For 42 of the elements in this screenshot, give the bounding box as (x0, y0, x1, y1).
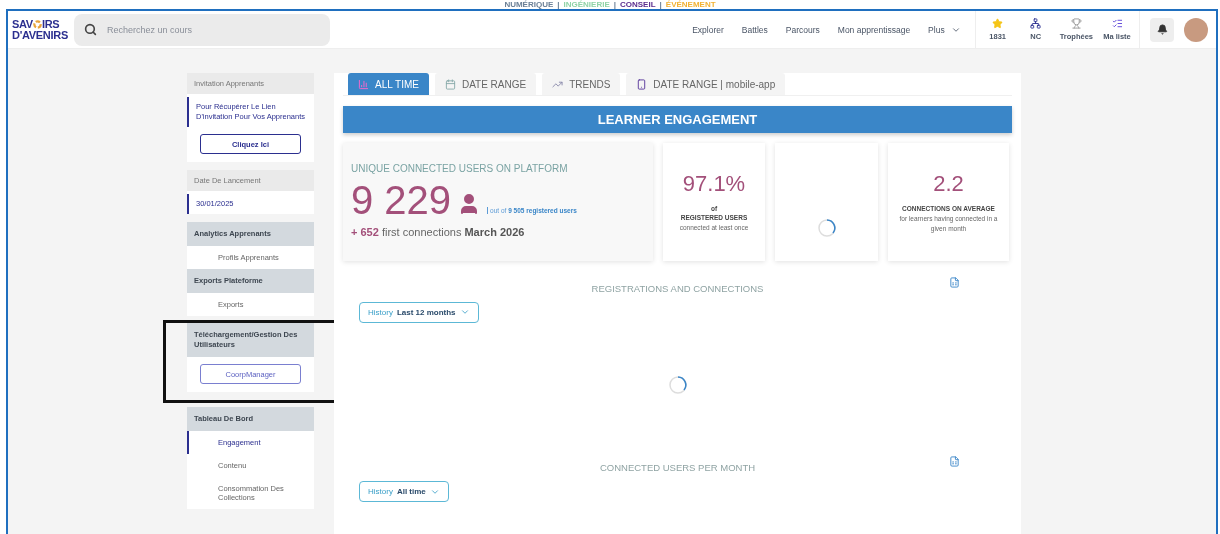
chart-title: REGISTRATIONS AND CONNECTIONS (590, 282, 765, 294)
star-icon (992, 18, 1004, 29)
more-menu[interactable]: Plus (928, 24, 961, 35)
search-icon (84, 23, 97, 36)
loading-spinner (816, 218, 837, 239)
bar-chart-icon (358, 78, 369, 90)
loading-spinner (667, 374, 688, 395)
tab[interactable]: DATE RANGE | mobile-app (626, 73, 786, 95)
nav-link[interactable]: Mon apprentissage (837, 24, 911, 35)
separator: | (613, 0, 616, 9)
tab[interactable]: DATE RANGE (434, 73, 537, 95)
kpi-value: 2.2 (933, 170, 964, 197)
spreadsheet-export-icon[interactable] (949, 276, 960, 288)
logo[interactable]: SAV IRS D'AVENIRS (8, 18, 70, 41)
first-connections: + 652 first connections March 2026 (351, 226, 526, 239)
separator: | (659, 0, 662, 9)
avatar[interactable] (1184, 17, 1208, 42)
section-banner: LEARNER ENGAGEMENT (343, 106, 1012, 134)
tab[interactable]: ALL TIME (348, 73, 429, 95)
notifications-button[interactable] (1150, 17, 1174, 42)
kpi-value: 9 229 (351, 180, 452, 221)
list-icon (1111, 18, 1123, 29)
nav-link[interactable]: Parcours (785, 24, 820, 35)
phone-icon (636, 78, 648, 90)
separator: | (557, 0, 560, 9)
calendar-icon (444, 78, 456, 90)
banner-word: NUMÉRIQUE (504, 0, 554, 9)
nav-link[interactable]: Battles (741, 24, 768, 35)
nav-link[interactable]: Explorer (692, 24, 724, 35)
trophy-icon (1070, 18, 1082, 29)
history-dropdown[interactable]: History All time (359, 481, 449, 503)
bell-icon (1156, 24, 1168, 35)
spreadsheet-export-icon[interactable] (949, 456, 960, 468)
tab[interactable]: TRENDS (542, 73, 621, 95)
search-field[interactable]: Recherchez un cours (105, 23, 226, 36)
banner-word: CONSEIL (620, 0, 656, 9)
chart-title: CONNECTED USERS PER MONTH (598, 462, 757, 474)
kpi-title: UNIQUE CONNECTED USERS ON PLATFORM (351, 163, 569, 175)
banner-word: ÉVÉNEMENT (665, 0, 716, 9)
history-dropdown[interactable]: History Last 12 months (359, 301, 479, 323)
banner-word: INGÉNIERIE (563, 0, 610, 9)
kpi-value: 97.1% (682, 171, 746, 198)
